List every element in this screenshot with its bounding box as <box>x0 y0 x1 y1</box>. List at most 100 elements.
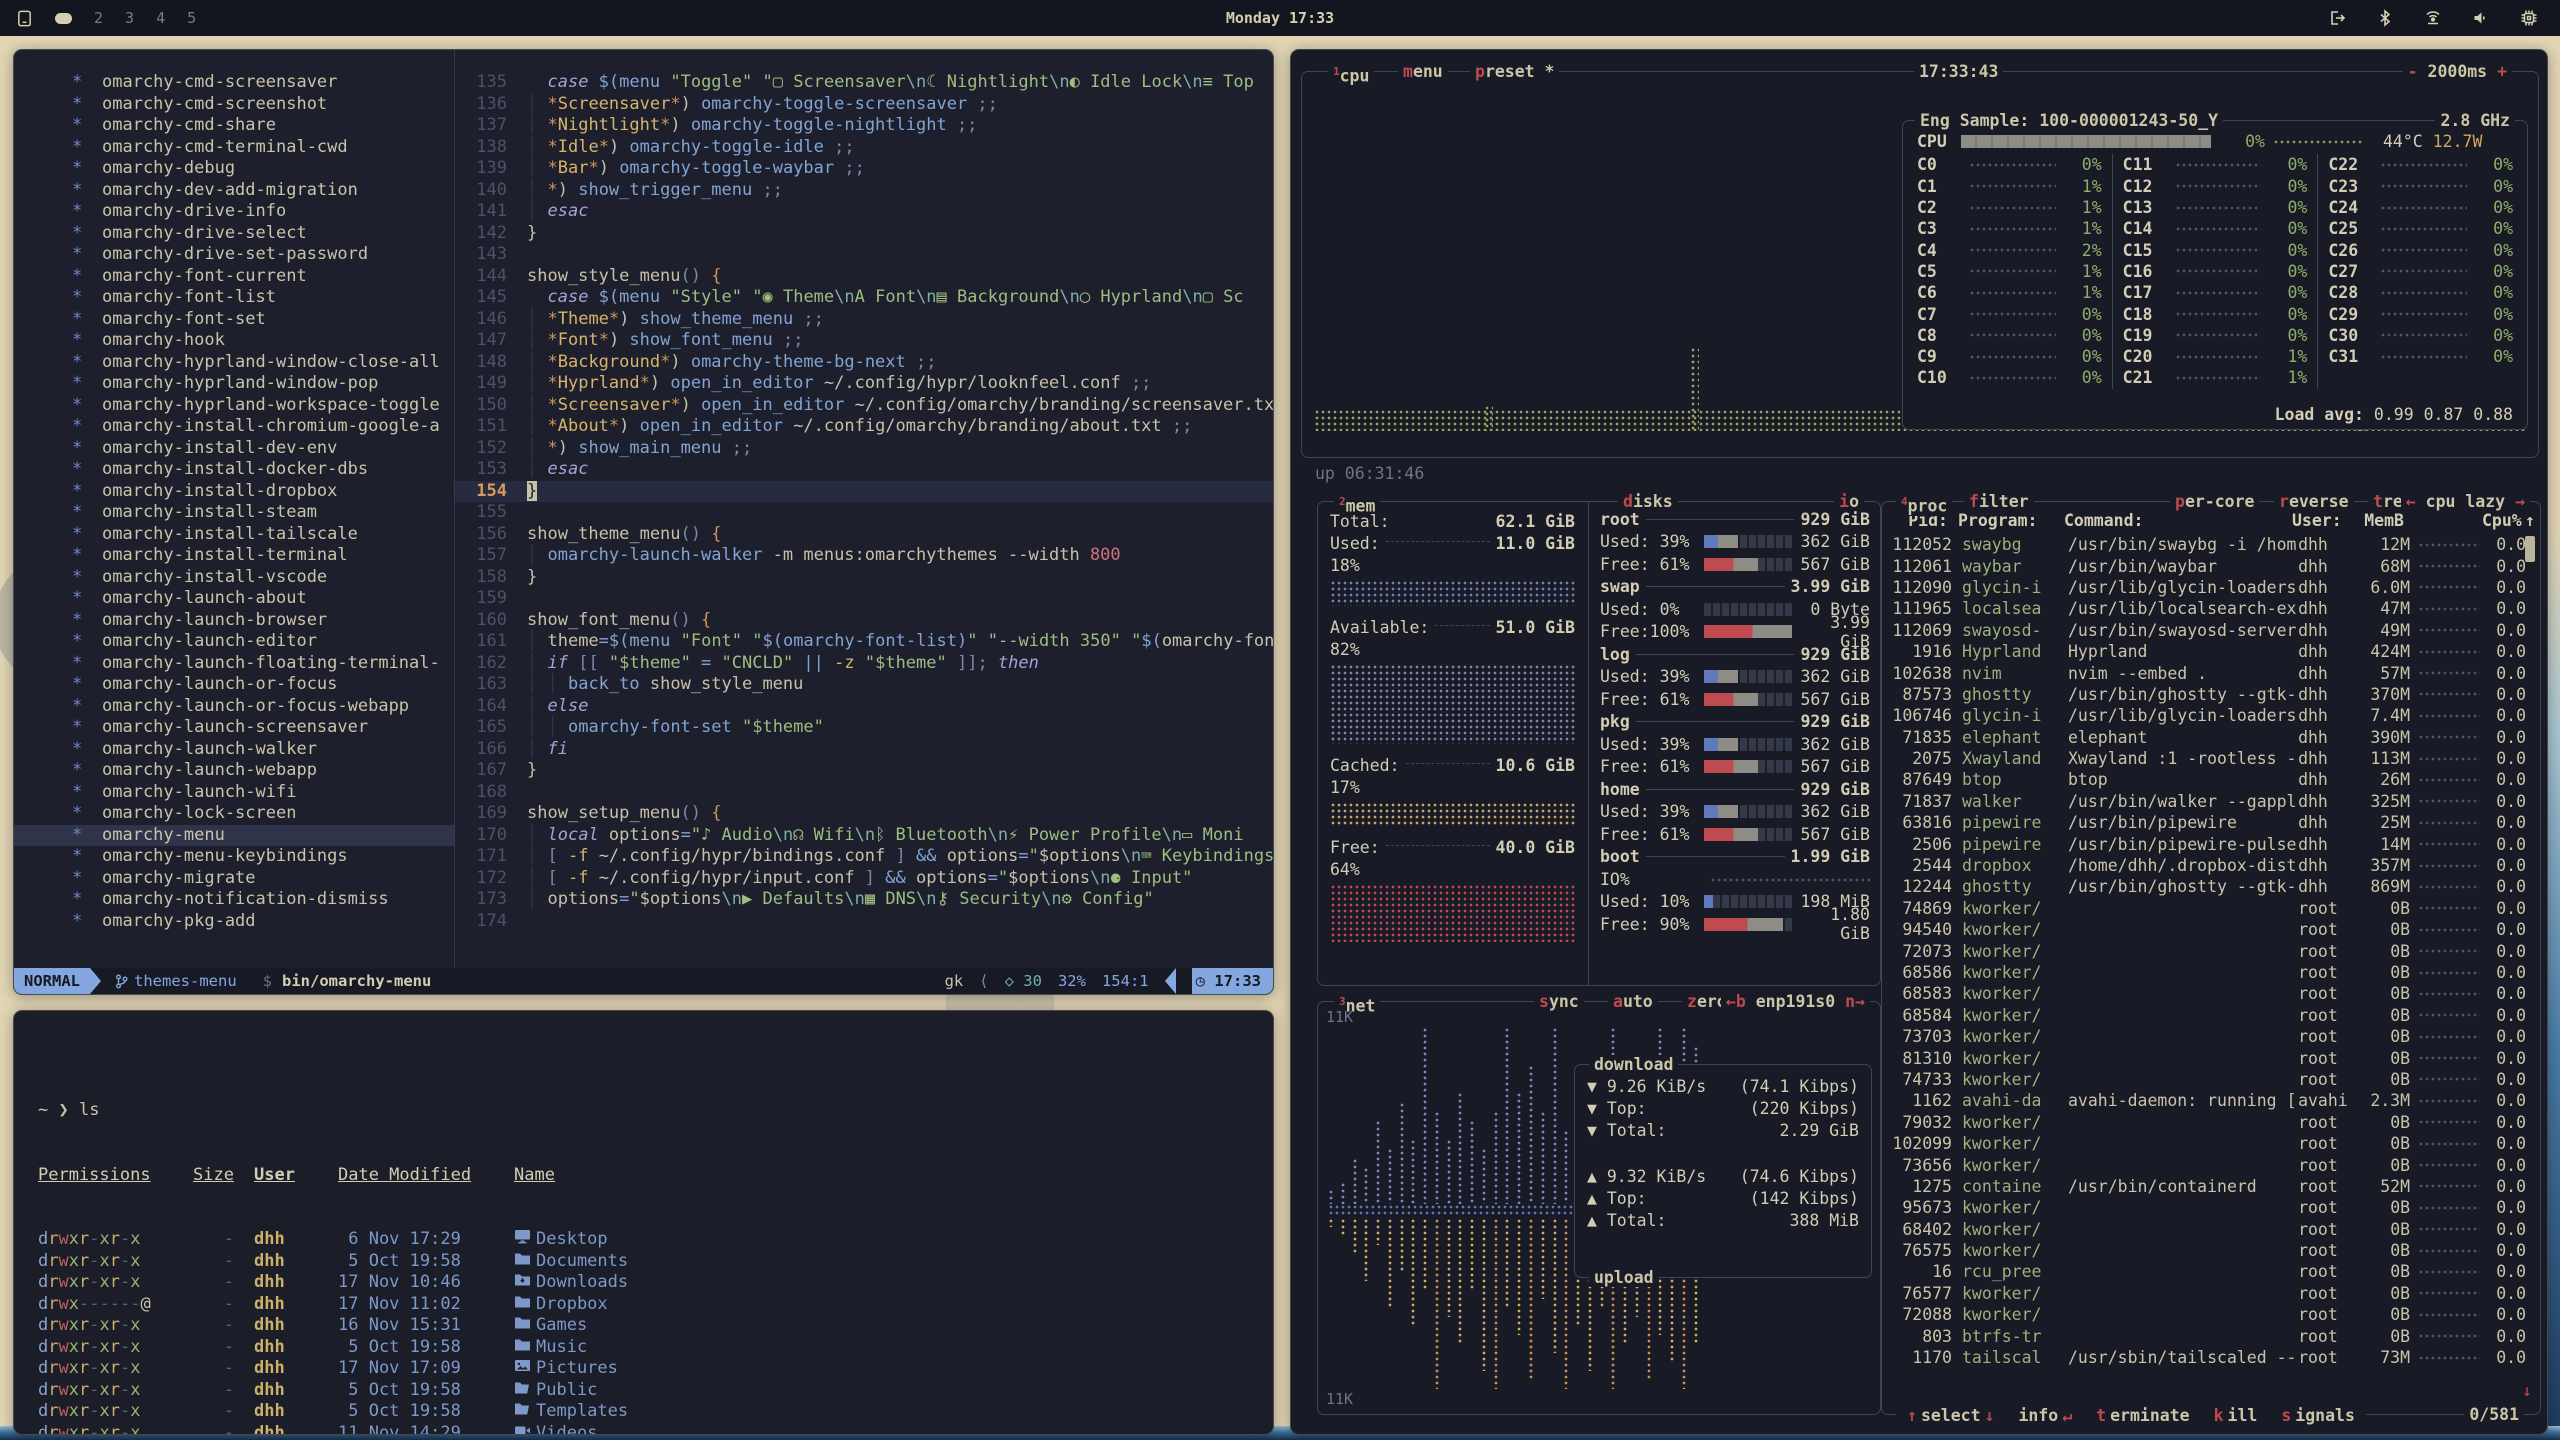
process-row[interactable]: 63816pipewire/usr/bin/pipewiredhh25M0.0 <box>1886 812 2536 833</box>
file-item[interactable]: *omarchy-install-terminal <box>14 545 454 567</box>
process-row[interactable]: 112069swayosd-/usr/bin/swayosd-serverdhh… <box>1886 620 2536 641</box>
tab-sync[interactable]: sync <box>1534 992 1584 1011</box>
process-row[interactable]: 2506pipewire/usr/bin/pipewire-pulsedhh14… <box>1886 833 2536 854</box>
volume-icon[interactable] <box>2472 9 2490 27</box>
process-row[interactable]: 68584kworker/root0B0.0 <box>1886 1005 2536 1026</box>
footer-terminate-button[interactable]: terminate <box>2091 1406 2194 1425</box>
process-row[interactable]: 2544dropbox/home/dhh/.dropbox-distdhh357… <box>1886 855 2536 876</box>
process-row[interactable]: 71835elephantelephantdhh390M0.0 <box>1886 727 2536 748</box>
file-item[interactable]: *omarchy-launch-or-focus <box>14 674 454 696</box>
file-item[interactable]: *omarchy-menu <box>14 825 454 847</box>
process-row[interactable]: 12244ghostty/usr/bin/ghostty --gtk-dhh86… <box>1886 876 2536 897</box>
process-row[interactable]: 87573ghostty/usr/bin/ghostty --gtk-dhh37… <box>1886 684 2536 705</box>
file-item[interactable]: *omarchy-cmd-terminal-cwd <box>14 137 454 159</box>
proc-scrollbar-thumb[interactable] <box>2525 536 2535 562</box>
file-item[interactable]: *omarchy-cmd-share <box>14 115 454 137</box>
tab-per-core[interactable]: per-core <box>2170 492 2259 511</box>
file-item[interactable]: *omarchy-launch-wifi <box>14 782 454 804</box>
workspace-active[interactable] <box>55 13 72 24</box>
process-row[interactable]: 803btrfs-trroot0B0.0 <box>1886 1325 2536 1346</box>
process-row[interactable]: 2075XwaylandXwayland :1 -rootless -dhh11… <box>1886 748 2536 769</box>
footer-kill-button[interactable]: kill <box>2209 1406 2263 1425</box>
file-item[interactable]: *omarchy-launch-webapp <box>14 760 454 782</box>
file-item[interactable]: *omarchy-install-chromium-google-a <box>14 416 454 438</box>
file-item[interactable]: *omarchy-hyprland-window-pop <box>14 373 454 395</box>
tab-menu[interactable]: menu <box>1398 62 1448 81</box>
rate-increase[interactable]: + <box>2497 62 2507 81</box>
editor-window[interactable]: *omarchy-cmd-screensaver*omarchy-cmd-scr… <box>13 49 1274 995</box>
file-item[interactable]: *omarchy-hyprland-workspace-toggle <box>14 395 454 417</box>
file-item[interactable]: *omarchy-drive-set-password <box>14 244 454 266</box>
process-row[interactable]: 73656kworker/root0B0.0 <box>1886 1154 2536 1175</box>
process-row[interactable]: 72073kworker/root0B0.0 <box>1886 940 2536 961</box>
process-row[interactable]: 74869kworker/root0B0.0 <box>1886 898 2536 919</box>
process-row[interactable]: 68402kworker/root0B0.0 <box>1886 1219 2536 1240</box>
file-item[interactable]: *omarchy-menu-keybindings <box>14 846 454 868</box>
process-row[interactable]: 76575kworker/root0B0.0 <box>1886 1240 2536 1261</box>
process-row[interactable]: 87649btopbtopdhh26M0.0 <box>1886 769 2536 790</box>
file-item[interactable]: *omarchy-migrate <box>14 868 454 890</box>
file-item[interactable]: *omarchy-drive-select <box>14 223 454 245</box>
process-row[interactable]: 79032kworker/root0B0.0 <box>1886 1112 2536 1133</box>
process-row[interactable]: 112061waybar/usr/bin/waybardhh68M0.0 <box>1886 555 2536 576</box>
workspace-3[interactable]: 3 <box>125 9 134 27</box>
file-item[interactable]: *omarchy-drive-info <box>14 201 454 223</box>
process-row[interactable]: 112052swaybg/usr/bin/swaybg -i /homdhh12… <box>1886 534 2536 555</box>
file-item[interactable]: *omarchy-debug <box>14 158 454 180</box>
process-row[interactable]: 74733kworker/root0B0.0 <box>1886 1069 2536 1090</box>
file-item[interactable]: *omarchy-hyprland-window-close-all <box>14 352 454 374</box>
rate-decrease[interactable]: - <box>2408 62 2418 81</box>
footer-select-button[interactable]: ↑select↓ <box>1902 1406 1999 1425</box>
process-row[interactable]: 71837walker/usr/bin/walker --gappldhh325… <box>1886 791 2536 812</box>
chip-icon[interactable] <box>2520 9 2538 27</box>
file-item[interactable]: *omarchy-cmd-screensaver <box>14 72 454 94</box>
process-row[interactable]: 1162avahi-daavahi-daemon: running [avahi… <box>1886 1090 2536 1111</box>
prev-interface[interactable]: ←b <box>1726 992 1746 1011</box>
file-item[interactable]: *omarchy-launch-about <box>14 588 454 610</box>
file-item[interactable]: *omarchy-install-vscode <box>14 567 454 589</box>
footer-signals-button[interactable]: signals <box>2276 1406 2360 1425</box>
file-item[interactable]: *omarchy-font-current <box>14 266 454 288</box>
footer-info-button[interactable]: info↵ <box>2013 1406 2077 1425</box>
file-item[interactable]: *omarchy-cmd-screenshot <box>14 94 454 116</box>
workspace-2[interactable]: 2 <box>94 9 103 27</box>
tab-reverse[interactable]: reverse <box>2274 492 2354 511</box>
process-row[interactable]: 73703kworker/root0B0.0 <box>1886 1026 2536 1047</box>
bluetooth-icon[interactable] <box>2376 9 2394 27</box>
app-launcher-icon[interactable] <box>16 10 33 27</box>
file-item[interactable]: *omarchy-font-list <box>14 287 454 309</box>
process-row[interactable]: 72088kworker/root0B0.0 <box>1886 1304 2536 1325</box>
file-item[interactable]: *omarchy-install-steam <box>14 502 454 524</box>
process-row[interactable]: 112090glycin-i/usr/lib/glycin-loadersdhh… <box>1886 577 2536 598</box>
process-row[interactable]: 102099kworker/root0B0.0 <box>1886 1133 2536 1154</box>
terminal-window[interactable]: ~ ❯ ls Permissions Size User Date Modifi… <box>13 1010 1274 1435</box>
process-row[interactable]: 106746glycin-i/usr/lib/glycin-loadersdhh… <box>1886 705 2536 726</box>
process-row[interactable]: 102638nvimnvim --embed .dhh57M0.0 <box>1886 662 2536 683</box>
file-item[interactable]: *omarchy-launch-editor <box>14 631 454 653</box>
file-item[interactable]: *omarchy-font-set <box>14 309 454 331</box>
sort-column-selector[interactable]: ← cpu lazy → <box>2401 492 2530 511</box>
process-row[interactable]: 1916HyprlandHyprlanddhh424M0.0 <box>1886 641 2536 662</box>
tab-preset[interactable]: preset * <box>1470 62 1559 81</box>
code-pane[interactable]: 135 case $(menu "Toggle" "▢ Screensaver\… <box>455 50 1273 968</box>
process-row[interactable]: 68586kworker/root0B0.0 <box>1886 962 2536 983</box>
workspace-4[interactable]: 4 <box>156 9 165 27</box>
file-item[interactable]: *omarchy-install-dev-env <box>14 438 454 460</box>
workspace-5[interactable]: 5 <box>187 9 196 27</box>
network-icon[interactable] <box>2424 9 2442 27</box>
tab-filter[interactable]: filter <box>1964 492 2034 511</box>
process-row[interactable]: 94540kworker/root0B0.0 <box>1886 919 2536 940</box>
process-row[interactable]: 1170tailscal/usr/sbin/tailscaled --root7… <box>1886 1347 2536 1368</box>
file-item[interactable]: *omarchy-install-docker-dbs <box>14 459 454 481</box>
btop-window[interactable]: 1cpu menu preset * 17:33:43 - 2000ms + E… <box>1290 49 2548 1435</box>
file-item[interactable]: *omarchy-launch-or-focus-webapp <box>14 696 454 718</box>
process-row[interactable]: 1275containe/usr/bin/containerdroot52M0.… <box>1886 1176 2536 1197</box>
process-row[interactable]: 76577kworker/root0B0.0 <box>1886 1283 2536 1304</box>
next-interface[interactable]: n→ <box>1845 992 1865 1011</box>
file-item[interactable]: *omarchy-launch-floating-terminal- <box>14 653 454 675</box>
file-item[interactable]: *omarchy-dev-add-migration <box>14 180 454 202</box>
process-row[interactable]: 95673kworker/root0B0.0 <box>1886 1197 2536 1218</box>
file-list-pane[interactable]: *omarchy-cmd-screensaver*omarchy-cmd-scr… <box>14 50 454 968</box>
process-row[interactable]: 68583kworker/root0B0.0 <box>1886 983 2536 1004</box>
file-item[interactable]: *omarchy-launch-walker <box>14 739 454 761</box>
